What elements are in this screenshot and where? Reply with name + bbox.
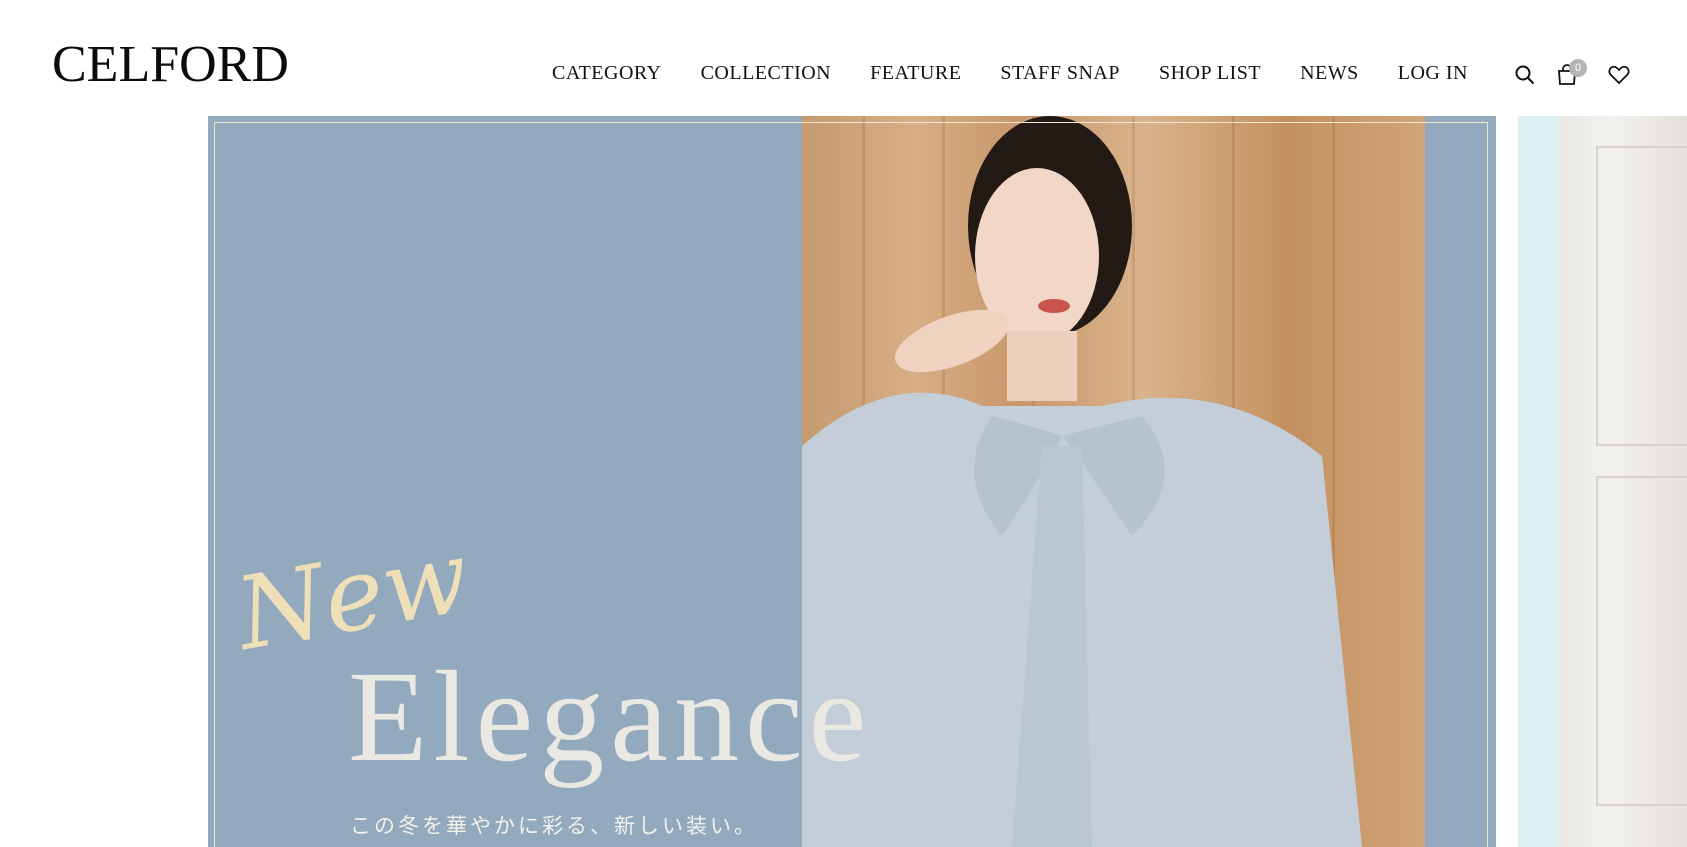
cart-count-badge: 0 — [1569, 59, 1587, 77]
nav-news[interactable]: NEWS — [1300, 62, 1359, 85]
shopping-bag-icon[interactable]: 0 — [1554, 59, 1587, 88]
search-icon[interactable] — [1512, 62, 1538, 88]
nav-collection[interactable]: COLLECTION — [701, 62, 832, 85]
nav-category[interactable]: CATEGORY — [552, 62, 662, 85]
nav-shop-list[interactable]: SHOP LIST — [1159, 62, 1261, 85]
hero-headline: Elegance — [348, 645, 873, 789]
wall-panel — [1596, 476, 1687, 806]
heart-icon[interactable] — [1606, 62, 1632, 88]
wall-panel — [1596, 146, 1687, 446]
main-nav: CATEGORY COLLECTION FEATURE STAFF SNAP S… — [552, 62, 1468, 85]
nav-feature[interactable]: FEATURE — [870, 62, 961, 85]
hero-subtitle: この冬を華やかに彩る、新しい装い。 — [350, 814, 758, 838]
site-header: CELFORD CATEGORY COLLECTION FEATURE STAF… — [0, 0, 1687, 116]
nav-staff-snap[interactable]: STAFF SNAP — [1000, 62, 1120, 85]
hero-slide-next[interactable] — [1518, 116, 1687, 847]
brand-logo[interactable]: CELFORD — [52, 36, 289, 94]
nav-log-in[interactable]: LOG IN — [1398, 62, 1468, 85]
